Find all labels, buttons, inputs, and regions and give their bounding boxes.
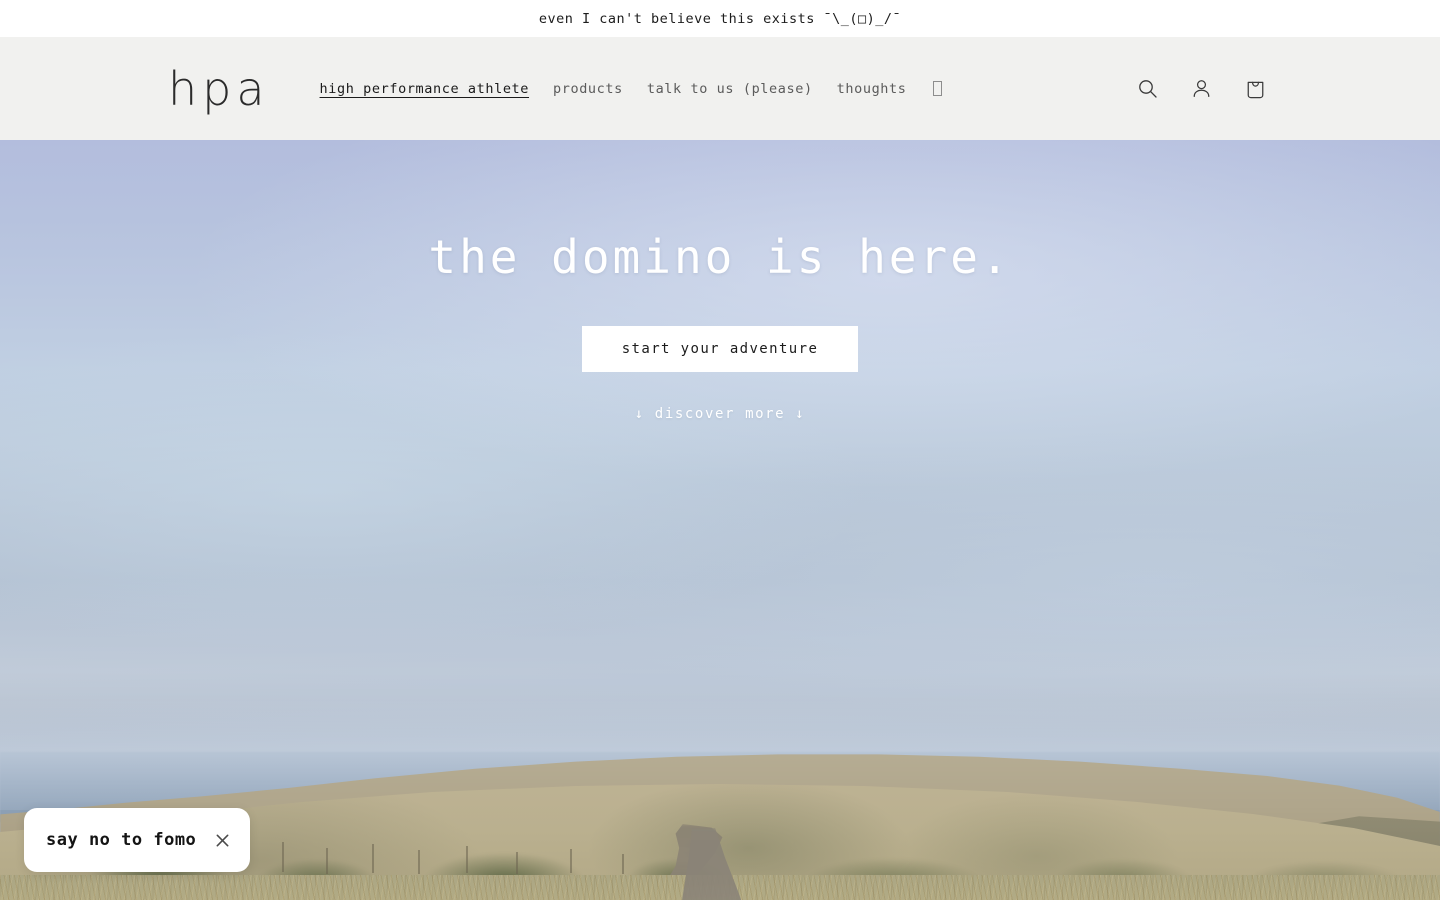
search-icon[interactable]: [1130, 72, 1164, 106]
page-root: even I can't believe this exists ¯\_(□)_…: [0, 0, 1440, 900]
close-icon[interactable]: [212, 830, 232, 850]
hero-content: the domino is here. start your adventure…: [0, 140, 1440, 422]
toast-message: say no to fomo: [46, 830, 197, 850]
fomo-toast: say no to fomo: [24, 808, 251, 872]
nav-item-products[interactable]: products: [541, 81, 635, 97]
hero-heading: the domino is here.: [428, 230, 1012, 284]
nav-item-thoughts[interactable]: thoughts: [825, 81, 919, 97]
announcement-bar: even I can't believe this exists ¯\_(□)_…: [0, 0, 1440, 37]
account-icon[interactable]: [1184, 72, 1218, 106]
site-header: hpa high performance athlete products ta…: [0, 37, 1440, 140]
missing-glyph-icon: [932, 81, 942, 96]
announcement-text: even I can't believe this exists ¯\_(□)_…: [538, 10, 902, 27]
main-navigation: high performance athlete products talk t…: [308, 81, 946, 97]
cart-icon[interactable]: [1238, 72, 1272, 106]
nav-item-talk-to-us[interactable]: talk to us (please): [635, 81, 825, 97]
hero-fence-line: [230, 840, 650, 900]
nav-item-high-performance-athlete[interactable]: high performance athlete: [308, 81, 541, 97]
header-actions: [1130, 72, 1272, 106]
site-logo[interactable]: hpa: [168, 66, 270, 112]
discover-more-link[interactable]: ↓ discover more ↓: [635, 406, 806, 422]
hero-section: the domino is here. start your adventure…: [0, 140, 1440, 900]
start-adventure-button[interactable]: start your adventure: [581, 326, 859, 372]
